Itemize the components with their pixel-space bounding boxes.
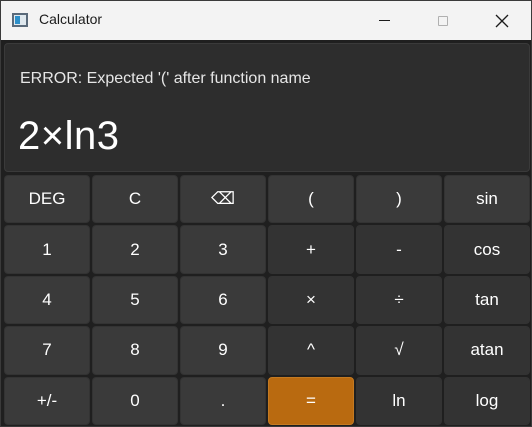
digit-1-button[interactable]: 1 [4,225,90,274]
multiply-button[interactable]: × [268,275,354,325]
negate-button[interactable]: +/- [4,376,90,425]
sin-button[interactable]: sin [444,175,530,224]
log-button[interactable]: log [444,376,530,425]
plus-button[interactable]: + [268,225,354,274]
ln-button[interactable]: ln [356,376,442,425]
backspace-button[interactable]: ⌫ [180,175,266,224]
result-display: ERROR: Expected '(' after function name … [4,43,530,172]
error-message: ERROR: Expected '(' after function name [20,70,311,87]
decimal-button[interactable]: . [180,376,266,425]
digit-4-button[interactable]: 4 [4,275,90,325]
calculator-window: Calculator ERROR: Expected '(' after fun… [0,0,532,427]
tan-button[interactable]: tan [444,275,530,325]
power-button[interactable]: ^ [268,326,354,375]
maximize-button[interactable] [420,1,466,40]
digit-3-button[interactable]: 3 [180,225,266,274]
digit-8-button[interactable]: 8 [92,326,178,375]
digit-2-button[interactable]: 2 [92,225,178,274]
digit-9-button[interactable]: 9 [180,326,266,375]
divide-button[interactable]: ÷ [356,275,442,325]
minimize-icon [378,20,390,21]
digit-6-button[interactable]: 6 [180,275,266,325]
minus-button[interactable]: - [356,225,442,274]
minimize-button[interactable] [361,1,407,40]
clear-button[interactable]: C [92,175,178,224]
digit-7-button[interactable]: 7 [4,326,90,375]
cos-button[interactable]: cos [444,225,530,274]
close-icon [495,14,509,27]
window-title: Calculator [39,11,103,27]
open-paren-button[interactable]: ( [268,175,354,224]
close-paren-button[interactable]: ) [356,175,442,224]
deg-button[interactable]: DEG [4,175,90,224]
atan-button[interactable]: atan [444,326,530,375]
close-button[interactable] [479,1,525,40]
calculator-app-icon [12,13,28,27]
equals-button[interactable]: = [268,376,354,425]
title-bar[interactable]: Calculator [1,1,531,40]
sqrt-button[interactable]: √ [356,326,442,375]
keypad: DEG C ⌫ ( ) sin 1 2 3 + - cos 4 5 6 × ÷ … [4,175,530,425]
expression-text: 2×ln3 [18,114,120,158]
digit-5-button[interactable]: 5 [92,275,178,325]
maximize-icon [438,15,448,26]
digit-0-button[interactable]: 0 [92,376,178,425]
